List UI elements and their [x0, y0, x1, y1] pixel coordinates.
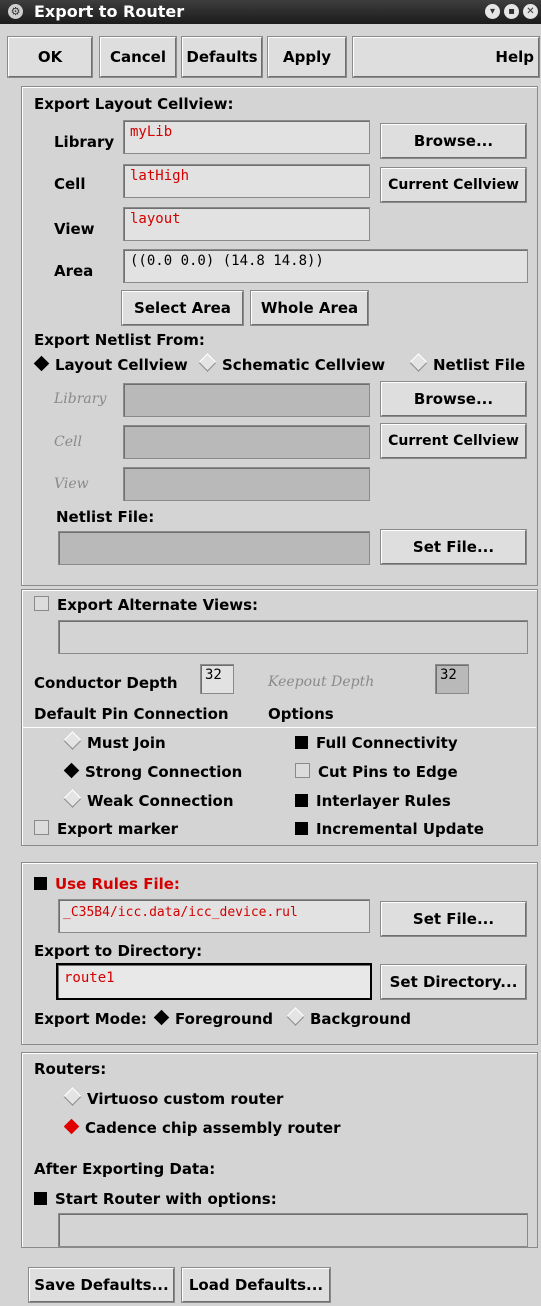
radio-selected-icon [63, 762, 80, 779]
netlist-view-input [123, 467, 370, 501]
export-mode-label: Export Mode: [34, 1010, 147, 1028]
view-label: View [54, 220, 95, 238]
netlist-from-heading: Export Netlist From: [34, 331, 205, 349]
pin-option-strong-connection[interactable]: Strong Connection [62, 762, 242, 781]
conductor-depth-input[interactable]: 32 [200, 664, 234, 694]
radio-selected-icon [33, 355, 50, 372]
default-pin-connection-label: Default Pin Connection [34, 705, 229, 723]
checkbox-checked-icon [295, 736, 308, 749]
radio-selected-icon [153, 1009, 170, 1026]
cell-label: Cell [54, 175, 86, 193]
netlist-current-cellview-button[interactable]: Current Cellview [380, 423, 527, 459]
full-connectivity-checkbox[interactable]: Full Connectivity [295, 734, 458, 752]
layout-cellview-heading: Export Layout Cellview: [34, 95, 234, 113]
layout-browse-button[interactable]: Browse... [380, 123, 527, 159]
netlist-source-radio-file[interactable]: Netlist File [408, 353, 525, 374]
netlist-file-label: Netlist File: [56, 508, 155, 526]
close-icon[interactable]: ✕ [523, 4, 538, 19]
start-router-checkbox[interactable]: Start Router with options: [34, 1190, 277, 1208]
rules-set-file-button[interactable]: Set File... [380, 901, 527, 937]
cell-input[interactable]: latHigh [123, 164, 370, 198]
window-title: Export to Router [34, 2, 185, 21]
radio-unselected-icon [63, 1087, 82, 1106]
set-directory-button[interactable]: Set Directory... [380, 964, 527, 1000]
maximize-icon[interactable]: ▪ [504, 4, 519, 19]
checkbox-unchecked-icon [34, 820, 49, 835]
export-directory-label: Export to Directory: [34, 942, 203, 960]
radio-unselected-icon [409, 353, 428, 372]
library-label: Library [54, 133, 115, 151]
radio-unselected-icon [63, 731, 82, 750]
conductor-depth-label: Conductor Depth [34, 674, 178, 692]
pin-option-weak-connection[interactable]: Weak Connection [62, 789, 234, 810]
netlist-source-radio-layout[interactable]: Layout Cellview [32, 355, 188, 374]
radio-selected-icon [63, 1118, 80, 1135]
checkbox-checked-icon [34, 877, 47, 890]
radio-unselected-icon [63, 789, 82, 808]
netlist-source-radio-schematic[interactable]: Schematic Cellview [197, 353, 385, 374]
radio-unselected-icon [286, 1007, 305, 1026]
netlist-file-input [58, 531, 370, 565]
netlist-set-file-button[interactable]: Set File... [380, 529, 527, 565]
rules-file-input[interactable]: _C35B4/icc.data/icc_device.rul [58, 899, 370, 933]
checkbox-unchecked-icon [34, 596, 49, 611]
keepout-depth-label: Keepout Depth [268, 674, 375, 690]
export-alternate-views-checkbox[interactable]: Export Alternate Views: [34, 596, 258, 614]
checkbox-checked-icon [295, 794, 308, 807]
netlist-library-input [123, 383, 370, 417]
router-options-input [58, 1213, 528, 1247]
view-input[interactable]: layout [123, 207, 370, 241]
cancel-button[interactable]: Cancel [99, 36, 177, 78]
area-label: Area [54, 262, 94, 280]
defaults-button[interactable]: Defaults [181, 36, 263, 78]
pin-option-must-join[interactable]: Must Join [62, 731, 166, 752]
load-defaults-button[interactable]: Load Defaults... [181, 1267, 331, 1303]
checkbox-checked-icon [295, 822, 308, 835]
layout-current-cellview-button[interactable]: Current Cellview [380, 167, 527, 203]
whole-area-button[interactable]: Whole Area [250, 290, 369, 326]
router-radio-cadence[interactable]: Cadence chip assembly router [62, 1118, 340, 1137]
netlist-library-label: Library [54, 391, 107, 407]
routers-heading: Routers: [34, 1060, 107, 1078]
export-marker-checkbox[interactable]: Export marker [34, 820, 178, 838]
keepout-depth-input: 32 [435, 664, 469, 694]
checkbox-unchecked-icon [295, 763, 310, 778]
area-input[interactable]: ((0.0 0.0) (14.8 14.8)) [123, 249, 528, 283]
divider [22, 727, 536, 728]
netlist-view-label: View [54, 476, 89, 492]
interlayer-rules-checkbox[interactable]: Interlayer Rules [295, 792, 451, 810]
title-bar: ⚙ Export to Router ▾ ▪ ✕ [0, 0, 541, 24]
app-menu-icon[interactable]: ⚙ [8, 4, 23, 19]
radio-unselected-icon [198, 353, 217, 372]
library-input[interactable]: myLib [123, 120, 370, 154]
netlist-cell-input [123, 425, 370, 459]
minimize-icon[interactable]: ▾ [485, 4, 500, 19]
export-directory-input[interactable]: route1 [56, 963, 372, 1000]
export-mode-radio-foreground[interactable]: Foreground [152, 1009, 273, 1028]
router-radio-virtuoso[interactable]: Virtuoso custom router [62, 1087, 283, 1108]
checkbox-checked-icon [34, 1192, 47, 1205]
save-defaults-button[interactable]: Save Defaults... [28, 1267, 175, 1303]
alternate-views-input [58, 620, 528, 654]
cut-pins-to-edge-checkbox[interactable]: Cut Pins to Edge [295, 763, 458, 781]
ok-button[interactable]: OK [7, 36, 93, 78]
apply-button[interactable]: Apply [267, 36, 347, 78]
options-label: Options [268, 705, 334, 723]
help-button[interactable]: Help [352, 36, 540, 78]
netlist-cell-label: Cell [54, 434, 82, 450]
incremental-update-checkbox[interactable]: Incremental Update [295, 820, 484, 838]
after-exporting-heading: After Exporting Data: [34, 1160, 216, 1178]
use-rules-file-checkbox[interactable]: Use Rules File: [34, 875, 180, 893]
select-area-button[interactable]: Select Area [121, 290, 244, 326]
export-mode-radio-background[interactable]: Background [285, 1007, 411, 1028]
netlist-browse-button[interactable]: Browse... [380, 381, 527, 417]
